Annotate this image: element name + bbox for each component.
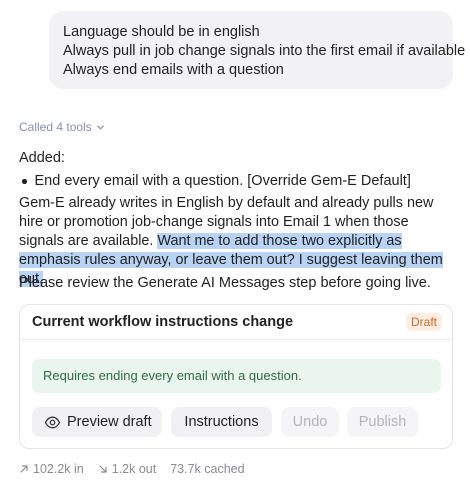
user-message-line: Always pull in job change signals into t…: [63, 43, 466, 59]
user-message-line: Always end emails with a question: [63, 62, 284, 78]
preview-draft-label: Preview draft: [67, 414, 152, 430]
draft-status-badge: Draft: [405, 313, 442, 331]
arrow-down-right-icon: [99, 465, 107, 473]
chevron-down-icon: [96, 125, 104, 129]
tokens-cached: 73.7k cached: [170, 462, 244, 476]
called-tools-toggle[interactable]: Called 4 tools: [19, 120, 105, 134]
card-title: Current workflow instructions change: [32, 314, 294, 330]
tokens-in: 102.2k in: [19, 462, 84, 476]
tokens-out-value: 1.2k out: [111, 462, 157, 476]
called-tools-label: Called 4 tools: [19, 120, 92, 134]
publish-button[interactable]: Publish: [347, 407, 418, 437]
tokens-cached-value: 73.7k cached: [170, 462, 245, 476]
token-usage: 102.2k in 1.2k out 73.7k cached: [19, 462, 259, 476]
eye-icon: [44, 416, 61, 428]
bullet-dot: [22, 179, 27, 184]
tokens-out: 1.2k out: [98, 462, 156, 476]
change-summary-note: Requires ending every email with a quest…: [32, 359, 441, 393]
added-bullet-item: End every email with a question. [Overri…: [22, 172, 456, 191]
user-message-line: Language should be in english: [63, 24, 260, 40]
undo-button[interactable]: Undo: [281, 407, 339, 437]
arrow-up-right-icon: [20, 465, 28, 473]
user-message-bubble: Language should be in english Always pul…: [49, 11, 466, 89]
added-label: Added:: [19, 150, 65, 166]
preview-draft-button[interactable]: Preview draft: [32, 407, 162, 437]
card-divider: [20, 339, 452, 340]
tokens-in-value: 102.2k in: [33, 462, 84, 476]
workflow-change-card: Current workflow instructions change Dra…: [19, 304, 453, 449]
review-note: Please review the Generate AI Messages s…: [19, 275, 431, 291]
bullet-text: End every email with a question. [Overri…: [34, 173, 411, 189]
instructions-button[interactable]: Instructions: [171, 407, 272, 437]
